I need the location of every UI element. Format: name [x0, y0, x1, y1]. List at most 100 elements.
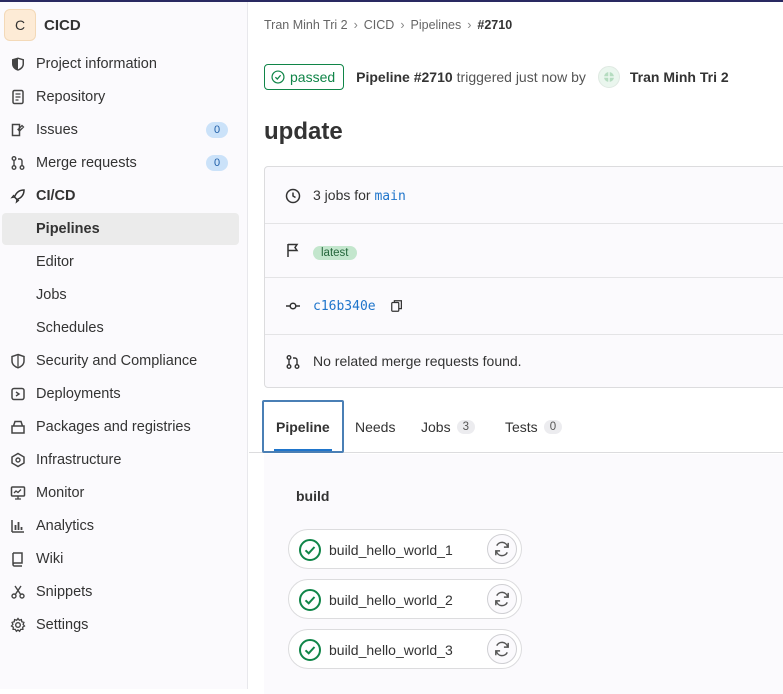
shield-icon — [10, 353, 26, 369]
breadcrumb-separator: › — [400, 18, 405, 32]
tab-tests[interactable]: Tests 0 — [505, 400, 563, 453]
sidebar-item-issues[interactable]: Issues 0 — [0, 114, 248, 146]
sidebar-item-label: Settings — [36, 617, 89, 633]
retry-icon — [495, 591, 509, 607]
commit-info-row: c16b340e — [265, 295, 783, 317]
tab-label: Needs — [355, 418, 396, 435]
branch-link[interactable]: main — [374, 189, 405, 204]
success-icon — [299, 539, 321, 561]
gear-icon — [10, 617, 26, 633]
sidebar-item-label: Deployments — [36, 386, 121, 402]
pipeline-tabs: Pipeline Needs Jobs 3 Tests 0 — [249, 400, 783, 453]
sidebar-item-label: CI/CD — [36, 188, 76, 204]
job-name: build_hello_world_3 — [329, 642, 453, 658]
jobs-count-badge: 3 — [456, 419, 475, 434]
divider — [265, 334, 783, 335]
retry-job-button[interactable] — [487, 534, 517, 564]
pipeline-info-card: 3 jobs for main latest c16b340e No relat… — [264, 166, 783, 388]
sidebar-item-label: Project information — [36, 56, 157, 72]
commit-sha-link[interactable]: c16b340e — [313, 299, 376, 314]
sidebar-item-settings[interactable]: Settings — [0, 609, 248, 641]
job-name: build_hello_world_2 — [329, 592, 453, 608]
rocket-icon — [10, 188, 26, 204]
success-icon — [299, 639, 321, 661]
breadcrumb-current[interactable]: #2710 — [477, 18, 512, 32]
scissors-icon — [10, 584, 26, 600]
copy-icon — [390, 300, 402, 313]
job-item[interactable]: build_hello_world_2 — [288, 579, 522, 619]
sidebar-item-schedules[interactable]: Schedules — [0, 312, 248, 344]
pipeline-title: Pipeline #2710 — [356, 69, 453, 85]
sidebar-item-snippets[interactable]: Snippets — [0, 576, 248, 608]
sidebar-item-project-information[interactable]: Project information — [0, 48, 248, 80]
sidebar-item-wiki[interactable]: Wiki — [0, 543, 248, 575]
clock-icon — [285, 188, 301, 204]
triggering-user-link[interactable]: Tran Minh Tri 2 — [630, 69, 729, 85]
sidebar-item-label: Wiki — [36, 551, 64, 567]
sidebar-item-label: Issues — [36, 122, 78, 138]
breadcrumb-project[interactable]: CICD — [364, 18, 395, 32]
no-merge-requests-text: No related merge requests found. — [313, 353, 522, 369]
analytics-icon — [10, 518, 26, 534]
breadcrumb: Tran Minh Tri 2 › CICD › Pipelines › #2710 — [264, 18, 512, 32]
sidebar-item-infrastructure[interactable]: Infrastructure — [0, 444, 248, 476]
retry-job-button[interactable] — [487, 634, 517, 664]
merge-request-info-row: No related merge requests found. — [265, 352, 783, 372]
breadcrumb-pipelines[interactable]: Pipelines — [411, 18, 462, 32]
sidebar-item-analytics[interactable]: Analytics — [0, 510, 248, 542]
stage-title: build — [296, 488, 330, 504]
sidebar-item-pipelines[interactable]: Pipelines — [2, 213, 239, 245]
job-item[interactable]: build_hello_world_1 — [288, 529, 522, 569]
tab-pipeline[interactable]: Pipeline — [262, 400, 344, 453]
tab-jobs[interactable]: Jobs 3 — [421, 400, 475, 453]
copy-sha-button[interactable] — [390, 299, 404, 313]
main-content: Tran Minh Tri 2 › CICD › Pipelines › #2710 … — [249, 2, 783, 694]
triggered-text: triggered just now by — [456, 69, 586, 85]
project-name[interactable]: CICD — [44, 17, 81, 34]
flag-icon — [285, 242, 301, 258]
sidebar-item-cicd[interactable]: CI/CD — [0, 180, 248, 212]
jobs-info-row: 3 jobs for main — [265, 186, 783, 206]
sidebar-item-packages[interactable]: Packages and registries — [0, 411, 248, 443]
sidebar-item-deployments[interactable]: Deployments — [0, 378, 248, 410]
project-sidebar: C CICD Project information Repository Is… — [0, 2, 248, 689]
breadcrumb-separator: › — [467, 18, 472, 32]
sidebar-item-jobs[interactable]: Jobs — [0, 279, 248, 311]
sidebar-item-label: Pipelines — [36, 221, 100, 237]
infrastructure-icon — [10, 452, 26, 468]
breadcrumb-user[interactable]: Tran Minh Tri 2 — [264, 18, 348, 32]
sidebar-item-label: Merge requests — [36, 155, 137, 171]
tab-label: Pipeline — [276, 418, 330, 435]
repository-icon — [10, 89, 26, 105]
breadcrumb-separator: › — [353, 18, 358, 32]
sidebar-item-label: Editor — [36, 254, 74, 270]
sidebar-item-monitor[interactable]: Monitor — [0, 477, 248, 509]
sidebar-item-label: Security and Compliance — [36, 353, 198, 369]
tab-needs[interactable]: Needs — [355, 400, 395, 453]
status-badge[interactable]: passed — [264, 64, 345, 90]
project-avatar[interactable]: C — [4, 9, 36, 41]
divider — [265, 223, 783, 224]
pipeline-graph: build build_hello_world_1 build_hello_wo… — [264, 454, 783, 694]
sidebar-item-label: Jobs — [36, 287, 67, 303]
latest-badge: latest — [313, 246, 357, 260]
job-item[interactable]: build_hello_world_3 — [288, 629, 522, 669]
sidebar-item-repository[interactable]: Repository — [0, 81, 248, 113]
sidebar-item-security[interactable]: Security and Compliance — [0, 345, 248, 377]
sidebar-item-label: Packages and registries — [36, 419, 191, 435]
project-info-icon — [10, 56, 26, 72]
status-label: passed — [290, 69, 336, 85]
merge-request-icon — [285, 354, 301, 370]
package-icon — [10, 419, 26, 435]
sidebar-item-label: Repository — [36, 89, 106, 105]
commit-icon — [285, 298, 301, 314]
issues-icon — [10, 122, 26, 138]
sidebar-item-merge-requests[interactable]: Merge requests 0 — [0, 147, 248, 179]
retry-job-button[interactable] — [487, 584, 517, 614]
commit-title: update — [264, 118, 343, 145]
user-avatar[interactable] — [597, 66, 620, 88]
issues-count-badge: 0 — [206, 122, 228, 138]
book-icon — [10, 551, 26, 567]
project-header[interactable]: C CICD — [0, 8, 248, 42]
sidebar-item-editor[interactable]: Editor — [0, 246, 248, 278]
